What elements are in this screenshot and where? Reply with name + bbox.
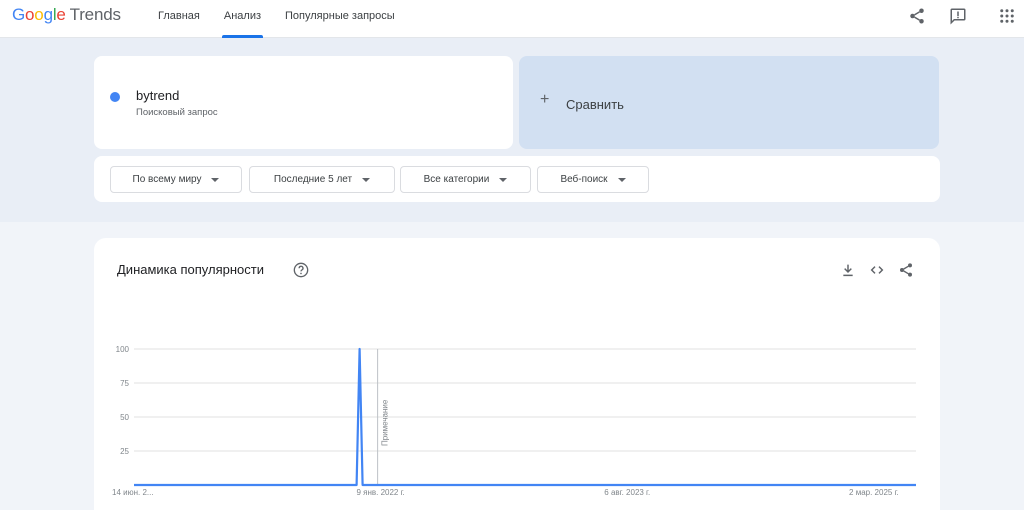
logo-trends: Trends <box>69 5 121 24</box>
period-filter-label: Последние 5 лет <box>273 174 353 185</box>
term-color-dot <box>110 92 120 102</box>
search-type-filter[interactable]: Веб-поиск <box>537 166 649 193</box>
chevron-down-icon <box>211 177 220 182</box>
interest-over-time-chart[interactable]: 100 75 50 25 14 июн. 2... 9 янв. 2022 г. 6 авг… <box>94 238 940 510</box>
top-bar: Google Trends Главная Анализ Популярные з… <box>0 0 1024 38</box>
tab-explore[interactable]: Анализ <box>221 0 264 38</box>
y-tick-label: 75 <box>120 379 129 388</box>
main-nav: Главная Анализ Популярные запросы <box>158 0 419 38</box>
plus-icon: + <box>540 91 550 108</box>
tab-trending-now[interactable]: Популярные запросы <box>285 0 395 38</box>
x-tick-label: 6 авг. 2023 г. <box>604 488 650 497</box>
note-label: Примечание <box>381 399 390 446</box>
google-trends-logo[interactable]: Google Trends <box>12 5 121 25</box>
search-term[interactable]: bytrend <box>136 88 179 103</box>
tab-home[interactable]: Главная <box>158 0 200 38</box>
category-filter-label: Все категории <box>423 174 490 185</box>
y-tick-label: 100 <box>116 345 130 354</box>
share-icon[interactable] <box>908 7 926 25</box>
region-filter[interactable]: По всему миру <box>110 166 242 193</box>
logo-google: Google <box>12 5 66 24</box>
x-tick-label: 2 мар. 2025 г. <box>849 488 899 497</box>
interest-over-time-card: Динамика популярности 100 75 50 25 14 июн. 2… <box>94 238 940 510</box>
chevron-down-icon <box>362 177 371 182</box>
period-filter[interactable]: Последние 5 лет <box>249 166 395 193</box>
x-tick-label: 9 янв. 2022 г. <box>356 488 404 497</box>
filters-bar: По всему миру Последние 5 лет Все катего… <box>94 156 940 202</box>
region-filter-label: По всему миру <box>132 174 202 185</box>
y-tick-label: 50 <box>120 413 129 422</box>
search-term-card[interactable]: bytrend Поисковый запрос <box>94 56 513 149</box>
category-filter[interactable]: Все категории <box>400 166 531 193</box>
x-tick-label: 14 июн. 2... <box>112 488 154 497</box>
apps-grid-icon[interactable] <box>998 7 1016 25</box>
feedback-icon[interactable] <box>949 7 967 25</box>
search-term-type: Поисковый запрос <box>136 107 218 118</box>
y-tick-label: 25 <box>120 447 129 456</box>
compare-label: Сравнить <box>566 97 624 112</box>
compare-button[interactable]: + Сравнить <box>519 56 939 149</box>
search-type-filter-label: Веб-поиск <box>560 174 608 185</box>
chevron-down-icon <box>499 177 508 182</box>
chevron-down-icon <box>617 177 626 182</box>
